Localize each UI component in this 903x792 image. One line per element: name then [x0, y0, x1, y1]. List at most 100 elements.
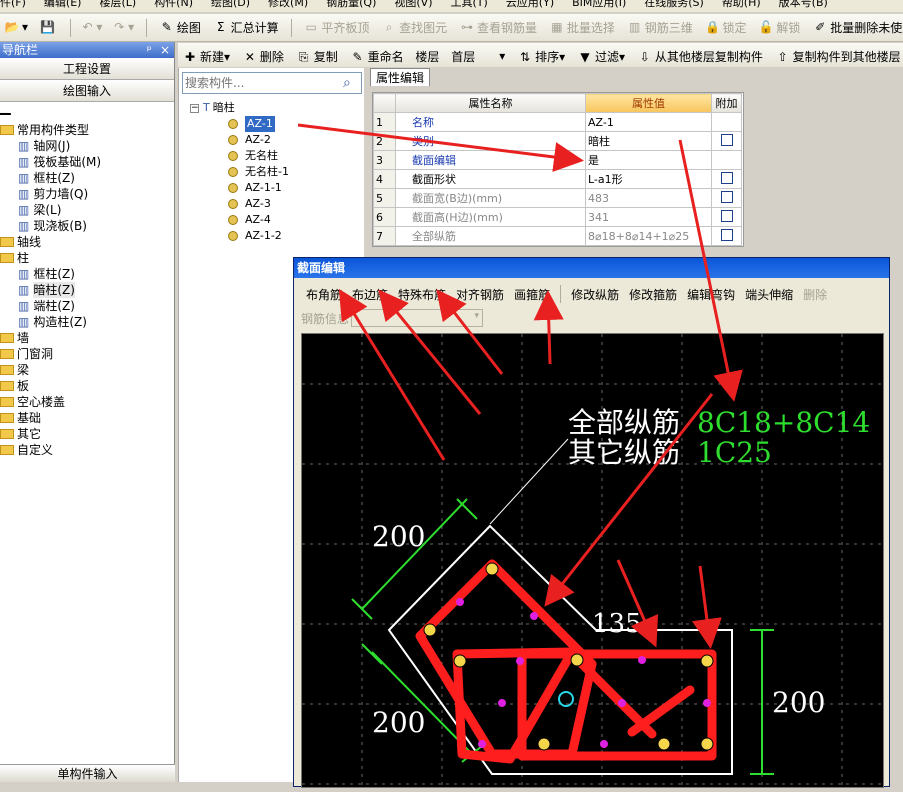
filter-button[interactable]: ▼ 过滤 ▾	[573, 44, 629, 68]
tree-item[interactable]: 无名柱	[190, 148, 289, 164]
new-button[interactable]: ✚ 新建 ▾	[178, 44, 234, 68]
batch-delete-button[interactable]: ✐批量删除未使用构件	[808, 14, 903, 40]
property-row[interactable]: 7 全部纵筋 8⌀18+8⌀14+1⌀25	[373, 226, 742, 246]
property-value[interactable]: 341	[585, 207, 712, 227]
extra-checkbox[interactable]	[720, 209, 733, 222]
nav-folder[interactable]: 其它	[0, 426, 174, 442]
lock-button[interactable]: 🔒 锁定	[701, 14, 751, 40]
nav-leaf[interactable]: ▥ 构造柱(Z)	[0, 314, 174, 330]
nav-folder[interactable]: 轴线	[0, 234, 174, 250]
menu-item[interactable]: 构件(N)	[154, 0, 193, 8]
single-component-input-button[interactable]: 单构件输入	[0, 764, 175, 782]
tree-item[interactable]: 无名柱-1	[190, 164, 289, 180]
tree-item[interactable]: AZ-1-2	[190, 228, 289, 244]
nav-folder[interactable]: 自定义	[0, 442, 174, 458]
copy-button[interactable]: ⎘ 复制	[292, 44, 342, 68]
copy-to-floor-button[interactable]: ⇧ 复制构件到其他楼层	[771, 44, 903, 68]
property-row[interactable]: 1 名称 AZ-1	[373, 112, 742, 132]
menu-item[interactable]: 版本号(B)	[779, 0, 828, 8]
menu-item[interactable]: 钢筋量(Q)	[326, 0, 376, 8]
rebar-info-select[interactable]: ▾	[351, 309, 484, 327]
dialog-tool-button[interactable]: 修改纵筋	[571, 286, 619, 303]
extra-checkbox[interactable]	[720, 228, 733, 241]
nav-leaf[interactable]: ▥ 轴网(J)	[0, 138, 174, 154]
nav-leaf[interactable]: ▥ 筏板基础(M)	[0, 154, 174, 170]
close-icon[interactable]: ×	[160, 43, 170, 57]
extra-checkbox[interactable]	[720, 190, 733, 203]
property-value[interactable]: 是	[585, 150, 712, 170]
nav-folder[interactable]: 基础	[0, 410, 174, 426]
nav-folder[interactable]: 常用构件类型	[0, 122, 174, 138]
property-value[interactable]: L-a1形	[585, 169, 712, 189]
menu-item[interactable]: 在线服务(S)	[644, 0, 704, 8]
property-row[interactable]: 3 截面编辑是	[373, 150, 742, 170]
nav-folder[interactable]: 梁	[0, 362, 174, 378]
search-icon[interactable]: ⌕	[343, 75, 351, 91]
dialog-tool-button[interactable]: 删除	[803, 286, 827, 303]
dialog-tool-button[interactable]: 布角筋	[306, 286, 342, 303]
draw-button[interactable]: ✎ 绘图	[155, 14, 205, 40]
pin-icon[interactable]: ᵖ	[147, 43, 152, 57]
menu-item[interactable]: 楼层(L)	[99, 0, 136, 8]
nav-folder[interactable]: 板	[0, 378, 174, 394]
menu-item[interactable]: 编辑(E)	[44, 0, 82, 8]
dialog-tool-button[interactable]: 布边筋	[352, 286, 388, 303]
dialog-tool-button[interactable]: 画箍筋	[514, 286, 550, 303]
menu-item[interactable]: 件(F)	[0, 0, 26, 8]
nav-leaf[interactable]: ▥ 梁(L)	[0, 202, 174, 218]
property-value[interactable]: 暗柱	[585, 131, 712, 151]
batch-select-button[interactable]: ▦ 批量选择	[545, 14, 619, 40]
property-row[interactable]: 2 类别 暗柱	[373, 131, 742, 151]
property-row[interactable]: 4 截面形状 L-a1形	[373, 169, 742, 189]
tree-item[interactable]: AZ-4	[190, 212, 289, 228]
project-settings-button[interactable]: 工程设置	[0, 58, 174, 80]
collapse-icon[interactable]: −	[190, 103, 199, 113]
nav-folder[interactable]: 墙	[0, 330, 174, 346]
nav-leaf[interactable]: ▥ 现浇板(B)	[0, 218, 174, 234]
dialog-tool-button[interactable]: 修改箍筋	[629, 286, 677, 303]
nav-folder[interactable]: 门窗洞	[0, 346, 174, 362]
nav-leaf[interactable]: ▥ 端柱(Z)	[0, 298, 174, 314]
menu-item[interactable]: BIM应用(I)	[572, 0, 626, 8]
menu-item[interactable]: 工具(T)	[451, 0, 488, 8]
property-value[interactable]: 8⌀18+8⌀14+1⌀25	[585, 226, 712, 246]
dialog-tool-button[interactable]: 特殊布筋	[398, 286, 446, 303]
folder-open-button[interactable]: 📂 ▾	[0, 14, 32, 40]
property-value[interactable]: 483	[585, 188, 712, 208]
dialog-tool-button[interactable]: 编辑弯钩	[687, 286, 735, 303]
tab-property-edit[interactable]: 属性编辑	[370, 68, 430, 86]
view-rebar-button[interactable]: ⊶ 查看钢筋量	[455, 14, 541, 40]
sort-button[interactable]: ⇅ 排序 ▾	[513, 44, 569, 68]
tree-root[interactable]: − T 暗柱	[190, 100, 289, 116]
nav-leaf[interactable]: ▥ 暗柱(Z)	[0, 282, 174, 298]
tree-item[interactable]: AZ-1-1	[190, 180, 289, 196]
rename-button[interactable]: ✎ 重命名	[346, 44, 408, 68]
undo-button[interactable]: ↶ ▾	[79, 14, 107, 40]
property-row[interactable]: 5 截面宽(B边)(mm) 483	[373, 188, 742, 208]
sum-calc-button[interactable]: Σ 汇总计算	[209, 14, 283, 40]
tree-item[interactable]: AZ-1	[190, 116, 289, 132]
floor-select[interactable]: 首层 ▾	[447, 43, 509, 67]
nav-leaf[interactable]: ▥ 框柱(Z)	[0, 170, 174, 186]
extra-checkbox[interactable]	[720, 133, 733, 146]
menu-item[interactable]: 视图(V)	[394, 0, 432, 8]
nav-folder[interactable]: 空心楼盖	[0, 394, 174, 410]
menu-item[interactable]: 绘图(D)	[211, 0, 250, 8]
copy-from-floor-button[interactable]: ⇩ 从其他楼层复制构件	[633, 44, 767, 68]
property-row[interactable]: 6 截面高(H边)(mm) 341	[373, 207, 742, 227]
redo-button[interactable]: ↷ ▾	[110, 14, 138, 40]
dialog-tool-button[interactable]: 对齐钢筋	[456, 286, 504, 303]
unlock-button[interactable]: 🔓 解锁	[754, 14, 804, 40]
menu-item[interactable]: 帮助(H)	[722, 0, 761, 8]
nav-leaf[interactable]: ▥ 剪力墙(Q)	[0, 186, 174, 202]
section-canvas[interactable]: 全部纵筋 8C18+8C14 其它纵筋 1C25 200 200 135 200	[301, 333, 885, 789]
nav-folder[interactable]: 柱	[0, 250, 174, 266]
find-element-button[interactable]: ⌕ 查找图元	[377, 14, 451, 40]
save-button[interactable]: 💾	[36, 14, 62, 40]
menu-item[interactable]: 云应用(Y)	[506, 0, 554, 8]
property-value[interactable]: AZ-1	[585, 112, 712, 132]
flat-top-button[interactable]: ▭ 平齐板顶	[299, 14, 373, 40]
nav-leaf[interactable]: ▥ 框柱(Z)	[0, 266, 174, 282]
drawing-input-button[interactable]: 绘图输入	[0, 80, 174, 102]
tree-item[interactable]: AZ-3	[190, 196, 289, 212]
